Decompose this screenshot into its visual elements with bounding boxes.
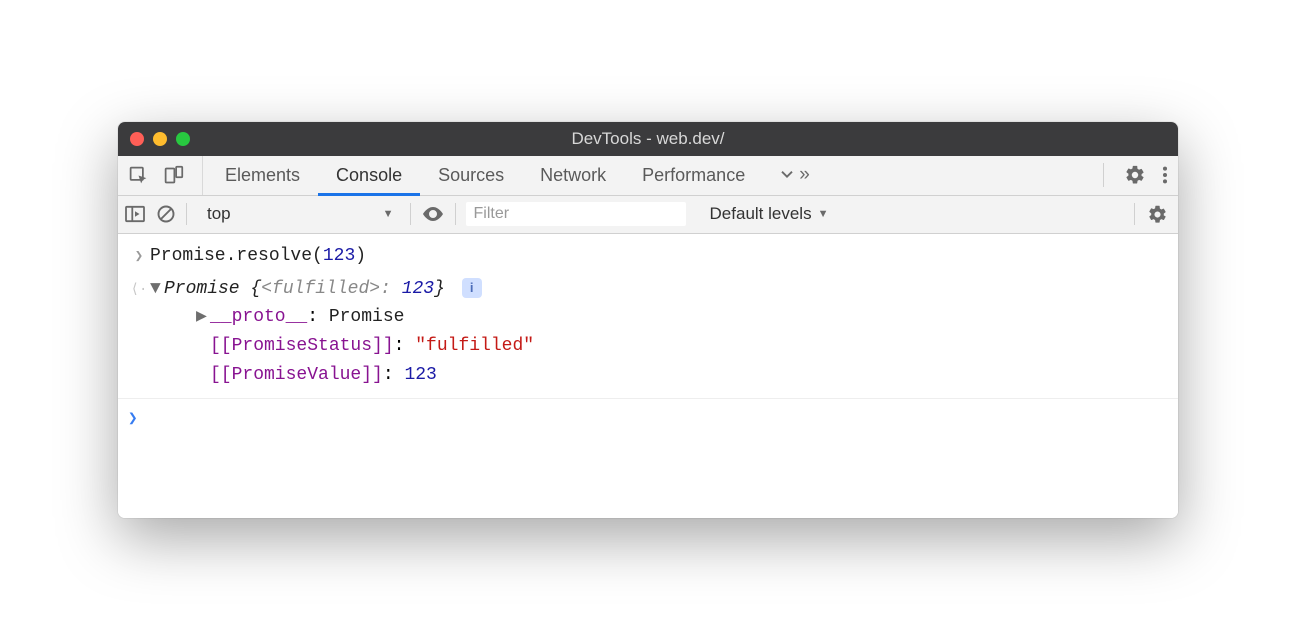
- brace-close: }: [434, 279, 445, 299]
- console-subtoolbar: top ▼ Default levels ▼: [118, 196, 1178, 234]
- tabs: Elements Console Sources Network Perform…: [207, 156, 824, 195]
- console-body: ❯ Promise.resolve(123) ⟨· ▼Promise {<ful…: [118, 234, 1178, 519]
- device-toolbar-icon[interactable]: [163, 165, 184, 186]
- object-property[interactable]: [[PromiseStatus]]: "fulfilled": [150, 332, 1166, 361]
- filter-input[interactable]: [466, 202, 686, 226]
- divider: [1103, 163, 1104, 187]
- object-summary[interactable]: ▼Promise {<fulfilled>: 123} i: [150, 275, 1166, 304]
- close-window-button[interactable]: [130, 132, 144, 146]
- prop-sep: :: [383, 365, 405, 385]
- output-caret-icon: ⟨·: [131, 279, 148, 301]
- subtoolbar-right: [1134, 203, 1168, 225]
- console-prompt-row[interactable]: ❯: [118, 398, 1178, 439]
- console-input[interactable]: [146, 405, 1166, 433]
- more-tabs-button[interactable]: »: [763, 164, 824, 186]
- prop-sep: :: [307, 307, 329, 327]
- main-toolbar: Elements Console Sources Network Perform…: [118, 156, 1178, 196]
- clear-console-icon[interactable]: [156, 204, 176, 224]
- console-input-row[interactable]: ❯ Promise.resolve(123): [118, 240, 1178, 273]
- object-property[interactable]: [[PromiseValue]]: 123: [150, 361, 1166, 390]
- prop-sep: :: [394, 336, 416, 356]
- live-expression-eye-icon[interactable]: [421, 205, 445, 223]
- minimize-window-button[interactable]: [153, 132, 167, 146]
- prop-value: "fulfilled": [415, 336, 534, 356]
- prop-key: [[PromiseValue]]: [210, 365, 383, 385]
- inspect-element-icon[interactable]: [128, 165, 149, 186]
- divider: [186, 203, 187, 225]
- prop-key: __proto__: [210, 307, 307, 327]
- entered-expression: Promise.resolve(123): [150, 242, 1166, 271]
- context-label: top: [207, 204, 231, 224]
- state-colon: :: [380, 279, 402, 299]
- window-title: DevTools - web.dev/: [130, 129, 1166, 149]
- prompt-caret-icon: ❯: [128, 405, 146, 433]
- prop-value: 123: [404, 365, 436, 385]
- expr-fn: Promise.resolve: [150, 246, 312, 266]
- expr-close: ): [355, 246, 366, 266]
- object-property[interactable]: ▶__proto__: Promise: [150, 303, 1166, 332]
- traffic-lights: [130, 132, 190, 146]
- sidebar-toggle-icon[interactable]: [124, 205, 146, 223]
- tab-network[interactable]: Network: [522, 156, 624, 195]
- tab-console[interactable]: Console: [318, 156, 420, 195]
- maximize-window-button[interactable]: [176, 132, 190, 146]
- object-properties: ▶__proto__: Promise [[PromiseStatus]]: "…: [150, 303, 1166, 389]
- promise-state: fulfilled: [272, 279, 369, 299]
- kebab-menu-icon[interactable]: [1162, 164, 1168, 186]
- titlebar[interactable]: DevTools - web.dev/: [118, 122, 1178, 156]
- divider: [410, 203, 411, 225]
- devtools-window: DevTools - web.dev/ Elements Console Sou…: [118, 122, 1178, 519]
- disclosure-triangle-icon[interactable]: ▼: [150, 275, 162, 304]
- disclosure-triangle-icon[interactable]: ▶: [196, 303, 208, 332]
- tab-performance[interactable]: Performance: [624, 156, 763, 195]
- expr-open: (: [312, 246, 323, 266]
- object-class: Promise: [164, 279, 240, 299]
- toolbar-left-icons: [128, 156, 203, 195]
- tab-sources[interactable]: Sources: [420, 156, 522, 195]
- console-settings-gear-icon[interactable]: [1147, 204, 1168, 225]
- tab-elements[interactable]: Elements: [207, 156, 318, 195]
- divider: [1134, 203, 1135, 225]
- state-open: <: [261, 279, 272, 299]
- state-close: >: [369, 279, 380, 299]
- prop-key: [[PromiseStatus]]: [210, 336, 394, 356]
- settings-gear-icon[interactable]: [1124, 164, 1146, 186]
- promise-value: 123: [402, 279, 434, 299]
- dropdown-triangle-icon: ▼: [818, 208, 829, 220]
- dropdown-triangle-icon: ▼: [383, 208, 394, 220]
- context-selector[interactable]: top ▼: [197, 204, 400, 224]
- info-badge-icon[interactable]: i: [462, 278, 482, 298]
- divider: [455, 203, 456, 225]
- input-caret-icon: ❯: [135, 246, 143, 268]
- log-levels-selector[interactable]: Default levels ▼: [710, 204, 829, 224]
- prop-value: Promise: [329, 307, 405, 327]
- expr-arg: 123: [323, 246, 355, 266]
- levels-label: Default levels: [710, 204, 812, 224]
- brace-open: {: [240, 279, 262, 299]
- console-output-row: ⟨· ▼Promise {<fulfilled>: 123} i ▶__prot…: [118, 273, 1178, 392]
- toolbar-right: [1087, 163, 1168, 187]
